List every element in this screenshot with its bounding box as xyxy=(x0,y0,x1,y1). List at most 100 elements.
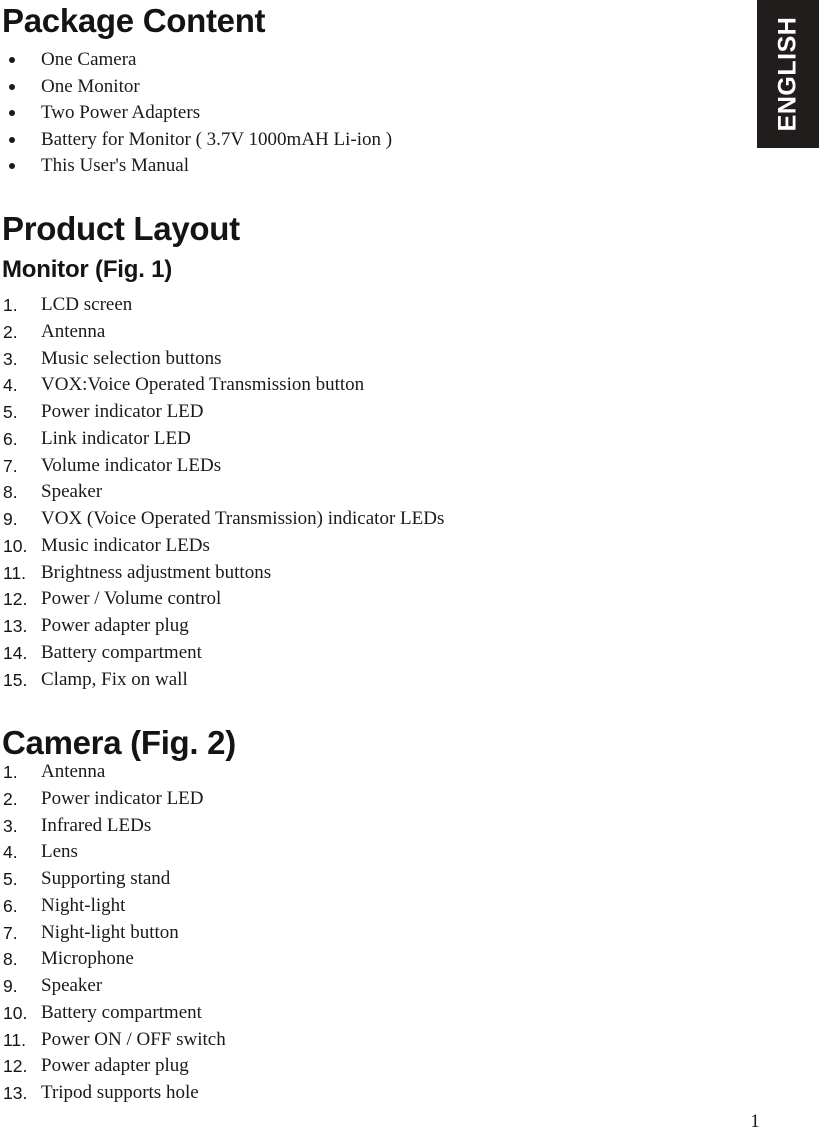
bullet-icon xyxy=(9,110,15,117)
manual-page: ENGLISH Package Content One Camera One M… xyxy=(0,0,819,1136)
list-item-label: Night-light xyxy=(41,894,126,916)
list-item-label: Supporting stand xyxy=(41,868,171,889)
list-item-number: 10. xyxy=(3,535,28,556)
list-item: 4. Lens xyxy=(0,839,757,866)
list-item-number: 6. xyxy=(3,895,18,916)
list-item-label: Music indicator LEDs xyxy=(41,534,210,556)
list-item-number: 15. xyxy=(3,669,28,690)
list-item-number: 13. xyxy=(3,1083,28,1103)
list-item: 3. Music selection buttons xyxy=(0,346,757,373)
list-item-label: Microphone xyxy=(41,948,134,970)
bullet-icon xyxy=(9,136,15,143)
list-item: 6. Night-light xyxy=(0,893,757,920)
list-item-label: Speaker xyxy=(41,481,103,503)
list-item-number: 11. xyxy=(3,562,27,583)
list-item-number: 6. xyxy=(3,428,18,449)
list-item-label: Battery compartment xyxy=(41,641,202,663)
list-item-label: Clamp, Fix on wall xyxy=(41,668,188,690)
list-item-label: One Monitor xyxy=(41,75,140,97)
list-item: 12. Power / Volume control xyxy=(0,586,757,613)
list-item: Two Power Adapters xyxy=(0,100,757,127)
list-item-label: Brightness adjustment buttons xyxy=(41,561,272,583)
list-item: 8. Microphone xyxy=(0,946,757,973)
list-item-label: VOX (Voice Operated Transmission) indica… xyxy=(41,508,445,529)
list-item: 14. Battery compartment xyxy=(0,640,757,667)
list-item-label: This User's Manual xyxy=(41,155,190,176)
list-item: 3. Infrared LEDs xyxy=(0,813,757,840)
list-item-label: Music selection buttons xyxy=(41,347,222,369)
list-item: 13. Power adapter plug xyxy=(0,613,757,640)
list-item-label: Tripod supports hole xyxy=(41,1082,199,1103)
product-layout-heading: Product Layout xyxy=(2,210,240,247)
list-item-number: 10. xyxy=(3,1002,28,1023)
list-item-number: 14. xyxy=(3,642,28,663)
list-item-number: 12. xyxy=(3,589,28,610)
list-item: Battery for Monitor ( 3.7V 1000mAH Li-io… xyxy=(0,127,757,154)
list-item-number: 7. xyxy=(3,922,18,943)
bullet-icon xyxy=(9,83,15,90)
list-item-label: Two Power Adapters xyxy=(41,102,201,123)
list-item-label: Battery compartment xyxy=(41,1001,202,1023)
list-item-label: Link indicator LED xyxy=(41,427,191,449)
list-item-label: Speaker xyxy=(41,975,103,996)
bullet-icon xyxy=(9,163,15,170)
list-item-number: 5. xyxy=(3,402,18,422)
page-number-value: 1 xyxy=(750,1111,760,1132)
list-item-label: One Camera xyxy=(41,49,137,70)
list-item-label: VOX:Voice Operated Transmission button xyxy=(41,374,365,396)
list-item: 6. Link indicator LED xyxy=(0,426,757,453)
list-item: 12. Power adapter plug xyxy=(0,1053,757,1080)
list-item-number: 13. xyxy=(3,616,28,636)
list-item-number: 3. xyxy=(3,815,18,836)
bullet-icon xyxy=(9,57,15,64)
list-item-number: 2. xyxy=(3,321,18,342)
list-item-label: Power indicator LED xyxy=(41,401,204,422)
list-item: 10. Battery compartment xyxy=(0,1000,757,1027)
list-item-label: Battery for Monitor ( 3.7V 1000mAH Li-io… xyxy=(41,128,393,150)
list-item: 13. Tripod supports hole xyxy=(0,1080,757,1107)
list-item: 10. Music indicator LEDs xyxy=(0,533,757,560)
list-item-label: Power adapter plug xyxy=(41,1055,189,1077)
camera-subheading: Camera (Fig. 2) xyxy=(2,724,236,761)
list-item-number: 4. xyxy=(3,375,18,396)
list-item-label: Power ON / OFF switch xyxy=(41,1028,226,1050)
list-item-label: Power / Volume control xyxy=(41,588,222,610)
page-number: 1 xyxy=(740,1112,770,1132)
list-item: 9. Speaker xyxy=(0,973,757,1000)
list-item-number: 8. xyxy=(3,482,18,503)
language-tab: ENGLISH xyxy=(757,0,819,148)
list-item-number: 1. xyxy=(3,295,18,315)
list-item-number: 11. xyxy=(3,1029,27,1050)
list-item: One Camera xyxy=(0,47,757,74)
list-item-label: Antenna xyxy=(41,320,106,342)
list-item: 11. Brightness adjustment buttons xyxy=(0,560,757,587)
monitor-subheading: Monitor (Fig. 1) xyxy=(2,256,173,283)
list-item-number: 8. xyxy=(3,949,18,970)
list-item: 1. LCD screen xyxy=(0,292,757,319)
list-item-number: 2. xyxy=(3,788,18,809)
list-item-label: Lens xyxy=(41,841,78,863)
package-content-list: One Camera One Monitor Two Power Adapter… xyxy=(0,47,757,180)
list-item-number: 9. xyxy=(3,976,18,996)
list-item-label: Volume indicator LEDs xyxy=(41,454,222,476)
list-item-number: 4. xyxy=(3,842,18,863)
list-item: 7. Volume indicator LEDs xyxy=(0,453,757,480)
list-item-label: Infrared LEDs xyxy=(41,814,152,836)
package-content-heading: Package Content xyxy=(2,2,266,39)
list-item: 11. Power ON / OFF switch xyxy=(0,1027,757,1054)
camera-parts-list: 1. Antenna 2. Power indicator LED 3. Infrar… xyxy=(0,759,757,1107)
list-item-label: LCD screen xyxy=(41,294,133,315)
list-item-number: 7. xyxy=(3,455,18,476)
monitor-parts-list: 1. LCD screen 2. Antenna 3. Music selection… xyxy=(0,292,757,693)
list-item: 5. Supporting stand xyxy=(0,866,757,893)
list-item: 9. VOX (Voice Operated Transmission) indi… xyxy=(0,506,757,533)
list-item-number: 12. xyxy=(3,1056,28,1077)
list-item-number: 5. xyxy=(3,869,18,889)
list-item: 5. Power indicator LED xyxy=(0,399,757,426)
list-item-number: 9. xyxy=(3,509,18,529)
list-item-label: Antenna xyxy=(41,761,106,782)
list-item: 1. Antenna xyxy=(0,759,757,786)
list-item: 8. Speaker xyxy=(0,479,757,506)
list-item-label: Power indicator LED xyxy=(41,787,204,809)
list-item: One Monitor xyxy=(0,74,757,101)
